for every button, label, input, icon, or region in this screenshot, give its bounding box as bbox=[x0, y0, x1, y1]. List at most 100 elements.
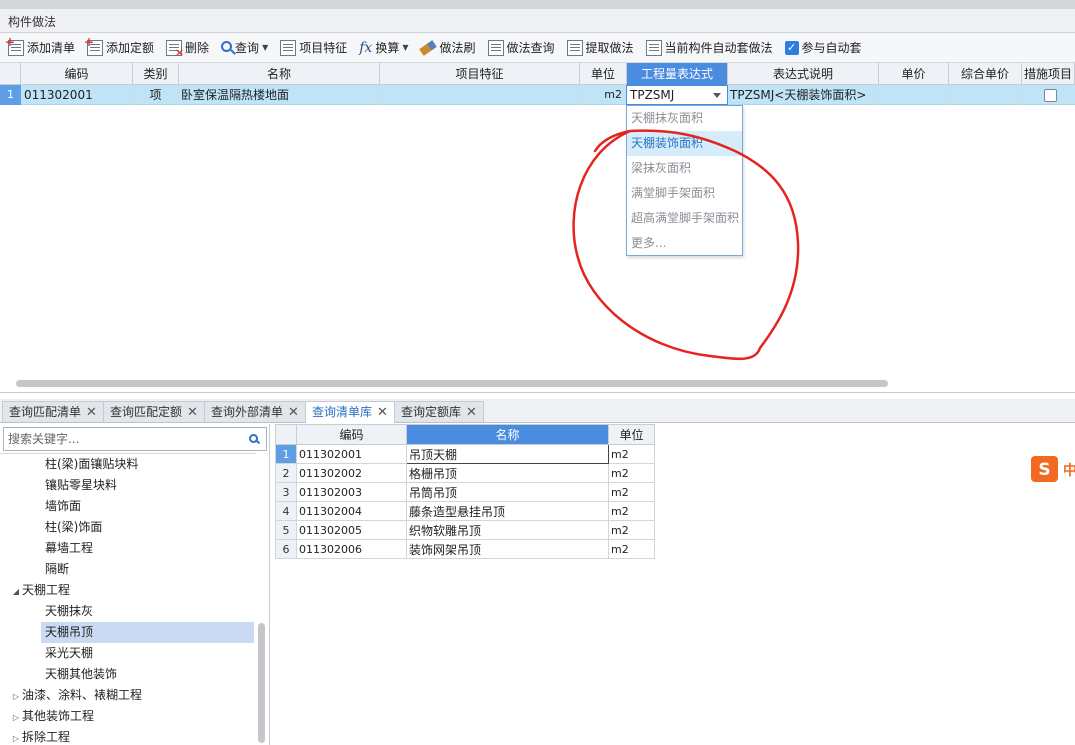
tab-quota-library[interactable]: 查询定额库 ✕ bbox=[394, 401, 484, 422]
tab-list-library[interactable]: 查询清单库 ✕ bbox=[305, 401, 395, 423]
cell-name[interactable]: 吊筒吊顶 bbox=[406, 482, 609, 502]
row-number[interactable]: 5 bbox=[275, 520, 297, 540]
close-icon[interactable]: ✕ bbox=[187, 405, 198, 420]
tree-item[interactable]: 采光天棚 bbox=[0, 643, 93, 664]
col-header-comp-price[interactable]: 综合单价 bbox=[949, 63, 1022, 85]
tree-group-demolition[interactable]: ▷ 拆除工程 bbox=[0, 727, 70, 745]
join-auto-toggle[interactable]: ✓ 参与自动套 bbox=[781, 37, 866, 59]
collapsed-arrow-icon[interactable]: ▷ bbox=[10, 728, 22, 745]
row-number[interactable]: 6 bbox=[275, 539, 297, 559]
row-number[interactable]: 2 bbox=[275, 463, 297, 483]
cell-unit[interactable]: m2 bbox=[608, 520, 655, 540]
expanded-arrow-icon[interactable]: ◢ bbox=[10, 581, 22, 602]
expression-select[interactable]: TPZSMJ bbox=[626, 85, 728, 105]
cell-name[interactable]: 藤条造型悬挂吊顶 bbox=[406, 501, 609, 521]
row-number[interactable]: 4 bbox=[275, 501, 297, 521]
cell-category[interactable]: 项 bbox=[133, 85, 179, 105]
col-header-feature[interactable]: 项目特征 bbox=[380, 63, 580, 85]
ime-badge[interactable]: S 中 bbox=[1030, 455, 1075, 483]
tab-match-list[interactable]: 查询匹配清单 ✕ bbox=[2, 401, 104, 422]
query-button[interactable]: 查询 ▼ bbox=[217, 37, 272, 59]
tree-item[interactable]: 柱(梁)面镶贴块料 bbox=[0, 454, 138, 475]
tree-group-ceiling[interactable]: ◢ 天棚工程 bbox=[0, 580, 70, 601]
cell-comp-price[interactable] bbox=[949, 85, 1022, 105]
col-header-expression[interactable]: 工程量表达式 bbox=[627, 63, 728, 85]
tree-item[interactable]: 镶贴零星块料 bbox=[0, 475, 117, 496]
table-row[interactable]: 5 011302005 织物软雕吊顶 m2 bbox=[275, 520, 655, 540]
col-header-price[interactable]: 单价 bbox=[879, 63, 949, 85]
col-header-unit[interactable]: 单位 bbox=[580, 63, 627, 85]
dropdown-item[interactable]: 天棚抹灰面积 bbox=[627, 106, 742, 131]
cell-name[interactable]: 装饰网架吊顶 bbox=[406, 539, 609, 559]
tree-group-paint[interactable]: ▷ 油漆、涂料、裱糊工程 bbox=[0, 685, 142, 706]
close-icon[interactable]: ✕ bbox=[86, 405, 97, 420]
row-number[interactable]: 3 bbox=[275, 482, 297, 502]
row-number[interactable]: 1 bbox=[275, 444, 297, 464]
tree-item[interactable]: 墙饰面 bbox=[0, 496, 81, 517]
extract-method-button[interactable]: 提取做法 bbox=[563, 37, 638, 59]
collapsed-arrow-icon[interactable]: ▷ bbox=[10, 686, 22, 707]
close-icon[interactable]: ✕ bbox=[377, 405, 388, 420]
search-icon[interactable] bbox=[249, 434, 258, 443]
col-header-name[interactable]: 名称 bbox=[179, 63, 380, 85]
cell-name[interactable]: 吊顶天棚 bbox=[406, 444, 609, 464]
cell-name[interactable]: 卧室保温隔热楼地面 bbox=[179, 85, 380, 105]
table-row[interactable]: 6 011302006 装饰网架吊顶 m2 bbox=[275, 539, 655, 559]
cell-code[interactable]: 011302005 bbox=[296, 520, 407, 540]
cell-unit[interactable]: m2 bbox=[580, 85, 627, 105]
search-input[interactable] bbox=[4, 428, 234, 450]
dropdown-item[interactable]: 满堂脚手架面积 bbox=[627, 181, 742, 206]
tree-item[interactable]: 柱(梁)饰面 bbox=[0, 517, 102, 538]
cell-unit[interactable]: m2 bbox=[608, 482, 655, 502]
col-header-expression-desc[interactable]: 表达式说明 bbox=[728, 63, 879, 85]
cell-unit[interactable]: m2 bbox=[608, 444, 655, 464]
cell-code[interactable]: 011302003 bbox=[296, 482, 407, 502]
table-row[interactable]: 4 011302004 藤条造型悬挂吊顶 m2 bbox=[275, 501, 655, 521]
col-header-category[interactable]: 类别 bbox=[133, 63, 179, 85]
cell-name[interactable]: 格栅吊顶 bbox=[406, 463, 609, 483]
dropdown-item[interactable]: 超高满堂脚手架面积 bbox=[627, 206, 742, 231]
item-feature-button[interactable]: 项目特征 bbox=[276, 37, 351, 59]
cell-expression-desc[interactable]: TPZSMJ<天棚装饰面积> bbox=[728, 85, 879, 105]
cell-price[interactable] bbox=[879, 85, 949, 105]
auto-apply-button[interactable]: 当前构件自动套做法 bbox=[642, 37, 777, 59]
table-row[interactable]: 1 011302001 项 卧室保温隔热楼地面 m2 TPZSMJ TPZSMJ… bbox=[0, 85, 1075, 105]
row-number[interactable]: 1 bbox=[0, 85, 21, 105]
cell-unit[interactable]: m2 bbox=[608, 463, 655, 483]
cell-code[interactable]: 011302001 bbox=[296, 444, 407, 464]
vertical-scrollbar[interactable] bbox=[258, 623, 265, 743]
cell-unit[interactable]: m2 bbox=[608, 539, 655, 559]
method-brush-button[interactable]: 做法刷 bbox=[416, 37, 479, 59]
dropdown-item-selected[interactable]: 天棚装饰面积 bbox=[627, 131, 742, 156]
cell-code[interactable]: 011302004 bbox=[296, 501, 407, 521]
tree-item[interactable]: 天棚其他装饰 bbox=[0, 664, 117, 685]
table-row[interactable]: 1 011302001 吊顶天棚 m2 bbox=[275, 444, 655, 464]
tab-external-list[interactable]: 查询外部清单 ✕ bbox=[204, 401, 306, 422]
tree-item-selected[interactable]: 天棚吊顶 bbox=[41, 622, 254, 643]
cell-code[interactable]: 011302001 bbox=[21, 85, 133, 105]
cell-name[interactable]: 织物软雕吊顶 bbox=[406, 520, 609, 540]
convert-button[interactable]: fx 换算 ▼ bbox=[355, 37, 412, 59]
close-icon[interactable]: ✕ bbox=[466, 405, 477, 420]
tree-item[interactable]: 隔断 bbox=[0, 559, 69, 580]
measure-checkbox[interactable] bbox=[1044, 89, 1057, 102]
tree-group-other[interactable]: ▷ 其他装饰工程 bbox=[0, 706, 94, 727]
horizontal-scrollbar[interactable] bbox=[16, 380, 888, 387]
chevron-down-icon[interactable] bbox=[713, 93, 721, 98]
method-query-button[interactable]: 做法查询 bbox=[484, 37, 559, 59]
table-row[interactable]: 3 011302003 吊筒吊顶 m2 bbox=[275, 482, 655, 502]
result-col-unit[interactable]: 单位 bbox=[608, 424, 655, 445]
add-list-button[interactable]: 添加清单 bbox=[4, 35, 79, 59]
tab-match-quota[interactable]: 查询匹配定额 ✕ bbox=[103, 401, 205, 422]
collapsed-arrow-icon[interactable]: ▷ bbox=[10, 707, 22, 728]
tree-item[interactable]: 天棚抹灰 bbox=[0, 601, 93, 622]
result-col-code[interactable]: 编码 bbox=[296, 424, 407, 445]
tree-item[interactable]: 幕墙工程 bbox=[0, 538, 93, 559]
table-row[interactable]: 2 011302002 格栅吊顶 m2 bbox=[275, 463, 655, 483]
dropdown-item[interactable]: 梁抹灰面积 bbox=[627, 156, 742, 181]
cell-code[interactable]: 011302002 bbox=[296, 463, 407, 483]
dropdown-more[interactable]: 更多... bbox=[627, 231, 742, 256]
cell-unit[interactable]: m2 bbox=[608, 501, 655, 521]
result-col-name[interactable]: 名称 bbox=[406, 424, 609, 445]
col-header-code[interactable]: 编码 bbox=[21, 63, 133, 85]
